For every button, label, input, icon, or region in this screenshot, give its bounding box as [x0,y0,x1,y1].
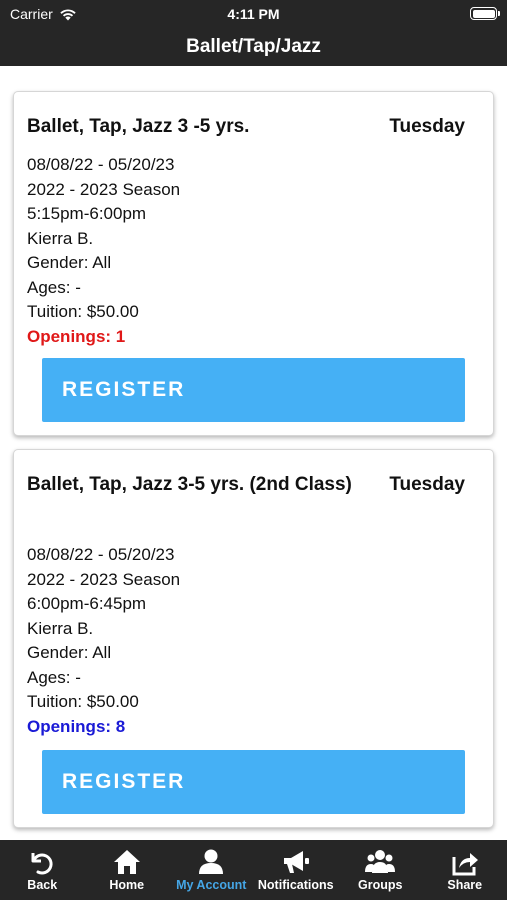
home-icon [113,850,140,874]
person-icon [199,849,224,874]
class-gender: Gender: All [27,253,112,272]
class-day: Tuesday [389,116,465,137]
status-time: 4:11 PM [227,6,280,22]
groups-icon [365,850,396,873]
class-ages: Ages: - [27,277,81,297]
battery-icon [470,7,500,20]
class-title: Ballet, Tap, Jazz 3 -5 yrs. [27,116,250,137]
tab-label: Home [109,878,145,892]
class-card: Ballet, Tap, Jazz 3-5 yrs. (2nd Class) T… [13,449,494,828]
tab-label: My Account [176,878,247,892]
class-title: Ballet, Tap, Jazz 3-5 yrs. (2nd Class) [27,474,352,495]
tab-back[interactable]: Back [2,840,82,900]
class-openings: Openings: 1 [27,326,126,346]
tab-bar: Back Home My Account Notifications Group… [0,840,507,900]
class-gender: Gender: All [27,643,112,662]
class-tuition: Tuition: $50.00 [27,302,139,321]
status-bar: Carrier 4:11 PM [0,0,507,28]
class-time: 6:00pm-6:45pm [27,594,147,613]
tab-label: Back [27,878,58,892]
class-ages: Ages: - [27,667,81,687]
megaphone-icon [283,851,309,873]
class-instructor: Kierra B. [27,618,94,638]
class-card-header: Ballet, Tap, Jazz 3-5 yrs. (2nd Class) T… [27,468,465,502]
class-card-header: Ballet, Tap, Jazz 3 -5 yrs. Tuesday [27,110,465,144]
class-details: 08/08/22 - 05/20/23 2022 - 2023 Season 5… [27,153,180,349]
class-season: 2022 - 2023 Season [27,569,181,589]
back-arrow-icon [31,853,53,875]
page-title: Ballet/Tap/Jazz [186,36,321,57]
tab-my-account[interactable]: My Account [171,840,251,900]
class-openings: Openings: 8 [27,716,126,736]
tab-label: Notifications [257,878,334,892]
class-time: 5:15pm-6:00pm [27,204,147,223]
tab-share[interactable]: Share [425,840,505,900]
tab-label: Groups [358,878,403,892]
class-list[interactable]: Ballet, Tap, Jazz 3 -5 yrs. Tuesday 08/0… [0,66,507,840]
register-button[interactable]: REGISTER [42,750,465,814]
class-day: Tuesday [389,474,465,495]
tab-home[interactable]: Home [87,840,167,900]
share-icon [452,853,478,876]
class-instructor: Kierra B. [27,228,94,248]
class-season: 2022 - 2023 Season [27,179,181,199]
class-card: Ballet, Tap, Jazz 3 -5 yrs. Tuesday 08/0… [13,91,494,436]
class-tuition: Tuition: $50.00 [27,692,139,711]
class-details: 08/08/22 - 05/20/23 2022 - 2023 Season 6… [27,543,180,739]
tab-label: Share [447,878,483,892]
nav-bar: Ballet/Tap/Jazz [0,28,507,66]
tab-groups[interactable]: Groups [340,840,420,900]
tab-notifications[interactable]: Notifications [256,840,336,900]
register-button[interactable]: REGISTER [42,358,465,422]
class-dates: 08/08/22 - 05/20/23 [27,155,175,174]
class-dates: 08/08/22 - 05/20/23 [27,545,175,564]
